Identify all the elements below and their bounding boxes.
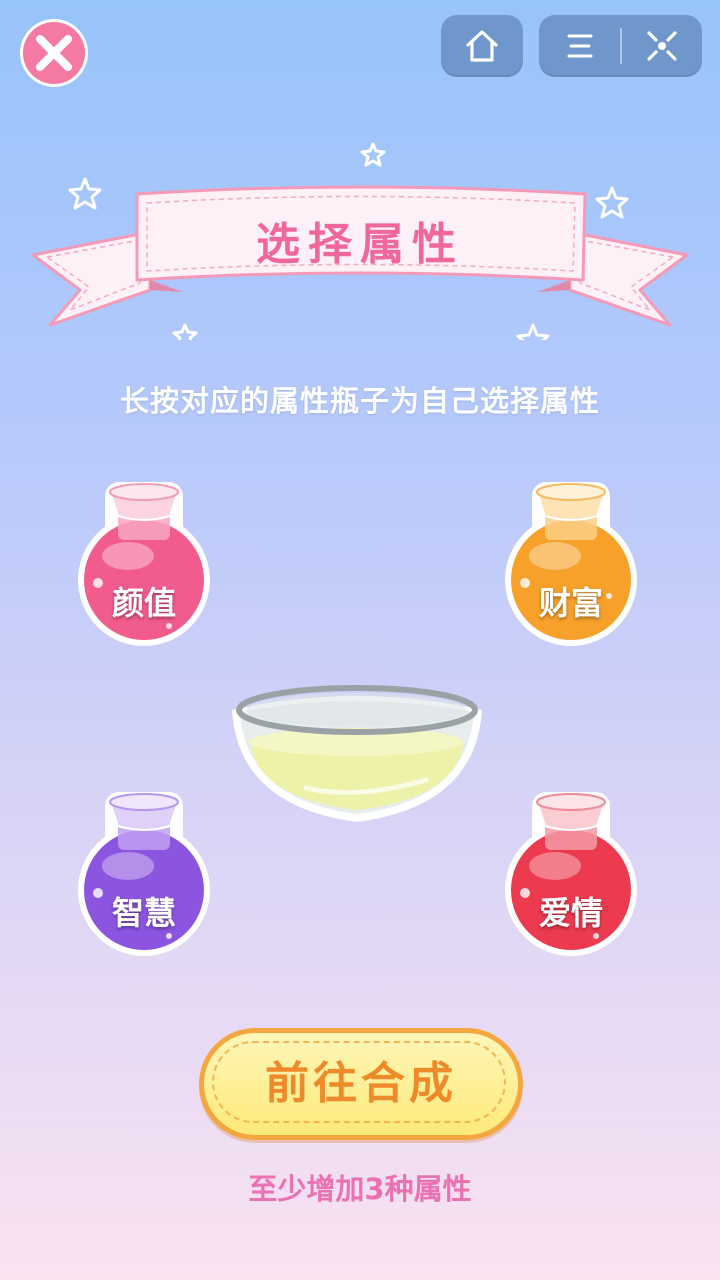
bottle-label: 爱情 xyxy=(538,894,603,932)
home-button[interactable] xyxy=(441,15,523,77)
requirement-hint: 至少增加3种属性 xyxy=(248,1172,472,1206)
bottle-beauty[interactable]: 颜值 xyxy=(74,478,214,650)
bottle-wisdom[interactable]: 智慧 xyxy=(74,788,214,960)
mixing-bowl xyxy=(232,685,482,822)
menu-icon xyxy=(567,34,592,58)
exit-button[interactable] xyxy=(622,15,702,77)
banner-title: 选择属性 xyxy=(256,219,464,270)
bottle-wealth[interactable]: 财富 xyxy=(501,478,641,650)
go-synthesize-button[interactable]: 前往合成 xyxy=(199,1028,523,1140)
menu-button[interactable] xyxy=(539,15,620,77)
bottle-love[interactable]: 爱情 xyxy=(501,788,641,960)
bottle-label: 颜值 xyxy=(111,584,176,622)
mini-program-capsule xyxy=(539,15,702,77)
exit-target-icon xyxy=(647,31,677,61)
bottle-label: 智慧 xyxy=(111,894,176,932)
go-synthesize-label: 前往合成 xyxy=(265,1058,457,1109)
home-icon xyxy=(466,30,498,62)
instruction-text: 长按对应的属性瓶子为自己选择属性 xyxy=(119,384,600,418)
close-button[interactable] xyxy=(18,17,90,89)
close-x-icon xyxy=(20,19,88,87)
bottle-label: 财富 xyxy=(538,584,603,622)
